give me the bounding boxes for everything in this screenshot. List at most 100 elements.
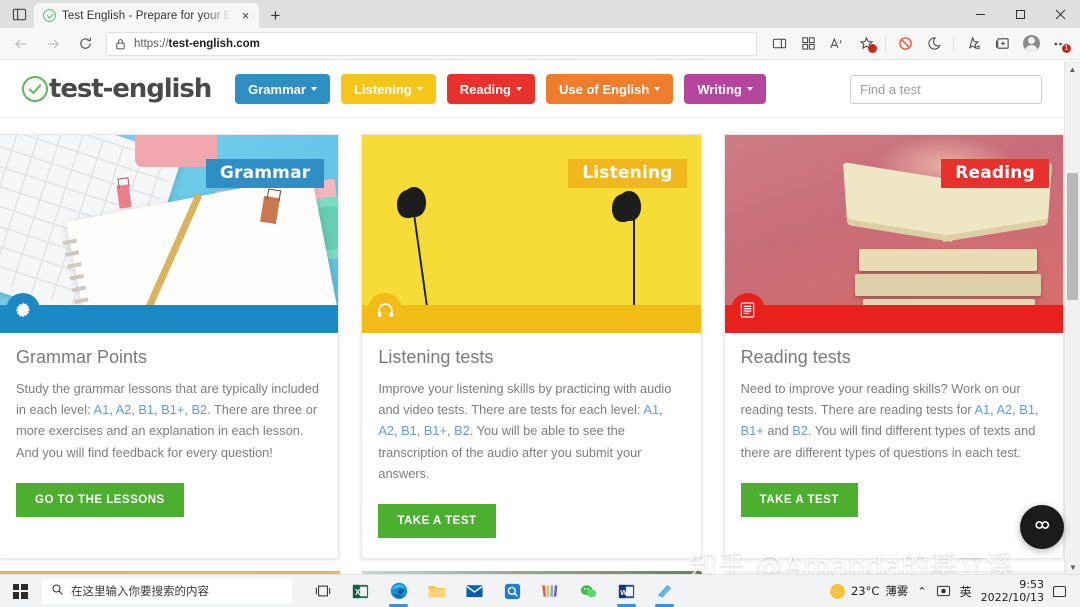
level-link-b2[interactable]: B2 xyxy=(191,402,207,417)
search-app-icon[interactable] xyxy=(494,575,531,607)
check-circle-icon xyxy=(22,76,48,102)
clock[interactable]: 9:53 2022/10/13 xyxy=(981,578,1044,605)
nav-item-grammar[interactable]: Grammar xyxy=(235,74,330,104)
nav-label-reading: Reading xyxy=(459,81,512,97)
browser-essentials-icon[interactable] xyxy=(920,31,948,57)
cta-take-a-test-listening[interactable]: TAKE A TEST xyxy=(378,504,496,539)
address-bar[interactable]: https://test-english.com xyxy=(106,31,757,56)
earbud-left-graphic xyxy=(402,187,470,333)
taskbar-search[interactable]: 在这里输入你要搜索的内容 xyxy=(42,578,292,604)
lock-icon xyxy=(115,38,126,50)
start-button[interactable] xyxy=(0,575,40,607)
page-viewport: test-english Grammar Listening Reading U… xyxy=(0,61,1080,575)
site-header: test-english Grammar Listening Reading U… xyxy=(0,61,1064,118)
file-explorer-icon[interactable] xyxy=(418,575,455,607)
chat-widget-button[interactable] xyxy=(1020,505,1064,549)
level-link-b2[interactable]: B2 xyxy=(454,423,470,438)
more-badge: 1 xyxy=(1062,43,1071,53)
word-icon[interactable]: W xyxy=(608,575,645,607)
level-link-a1[interactable]: A1 xyxy=(643,402,659,417)
cta-go-to-lessons[interactable]: GO TO THE LESSONS xyxy=(16,482,184,517)
pink-cup-graphic xyxy=(135,135,217,167)
collections-icon[interactable] xyxy=(988,31,1016,57)
page-scrollbar[interactable]: ▲ ▼ xyxy=(1064,61,1080,575)
new-tab-button[interactable]: + xyxy=(262,3,288,28)
nav-item-use-of-english[interactable]: Use of English xyxy=(546,74,674,104)
level-link-b1[interactable]: B1 xyxy=(1019,402,1035,417)
favorite-add-icon[interactable] xyxy=(852,31,880,57)
network-icon[interactable] xyxy=(936,584,951,598)
weather-widget[interactable]: 23°C 薄雾 xyxy=(829,583,908,599)
split-screen-icon[interactable] xyxy=(765,31,793,57)
card-reading[interactable]: Reading Reading tests Need to improve yo… xyxy=(723,134,1064,560)
wechat-icon[interactable] xyxy=(570,575,607,607)
card-listening[interactable]: Listening Listening tests Improve your l… xyxy=(361,134,702,560)
app-running-indicator xyxy=(617,604,636,607)
search-input[interactable] xyxy=(851,75,1041,103)
level-link-b1[interactable]: B1 xyxy=(138,402,154,417)
level-link-b1plus[interactable]: B1+ xyxy=(161,402,184,417)
site-logo[interactable]: test-english xyxy=(22,74,212,104)
toolbar-icons: 1 xyxy=(765,31,1074,57)
card-body-grammar: Grammar Points Study the grammar lessons… xyxy=(0,333,338,537)
card-title-listening: Listening tests xyxy=(378,347,494,367)
back-icon[interactable] xyxy=(6,30,36,58)
card-text-grammar: Study the grammar lessons that are typic… xyxy=(16,381,320,460)
maximize-button[interactable] xyxy=(1000,0,1040,28)
scroll-up-icon[interactable]: ▲ xyxy=(1065,61,1080,77)
level-link-a1[interactable]: A1 xyxy=(974,402,990,417)
notification-icon[interactable] xyxy=(1053,585,1066,597)
search-icon xyxy=(51,583,64,599)
minimize-button[interactable] xyxy=(960,0,1000,28)
level-link-b2[interactable]: B2 xyxy=(792,423,808,438)
edge-icon[interactable] xyxy=(380,575,417,607)
nav-item-reading[interactable]: Reading xyxy=(446,74,536,104)
collections-grid-icon[interactable] xyxy=(794,31,822,57)
mail-icon[interactable] xyxy=(456,575,493,607)
taskbar-search-placeholder: 在这里输入你要搜索的内容 xyxy=(71,584,209,598)
nav-item-writing[interactable]: Writing xyxy=(684,74,766,104)
shield-blocked-icon[interactable] xyxy=(891,31,919,57)
close-button[interactable] xyxy=(1040,0,1080,28)
chevron-down-icon xyxy=(746,87,753,91)
stripes-app-icon[interactable] xyxy=(532,575,569,607)
level-link-a2[interactable]: A2 xyxy=(997,402,1013,417)
card-grammar[interactable]: Grammar Grammar Points Study the grammar… xyxy=(0,134,340,560)
windows-taskbar: 在这里输入你要搜索的内容 X W 23°C 薄雾 ⌃ 英 9:53 2022/1… xyxy=(0,574,1080,607)
reload-icon[interactable] xyxy=(70,30,100,58)
tab-actions-icon[interactable] xyxy=(4,0,34,28)
settings-more-icon[interactable]: 1 xyxy=(1046,31,1074,57)
tray-expand-chevron-icon[interactable]: ⌃ xyxy=(917,585,926,598)
card-text-listening: Improve your listening skills by practic… xyxy=(378,381,672,481)
earbud-right-graphic xyxy=(617,191,642,332)
nav-item-listening[interactable]: Listening xyxy=(340,74,436,104)
chat-bubble-icon xyxy=(1031,514,1053,541)
cta-take-a-test-reading[interactable]: TAKE A TEST xyxy=(740,482,858,517)
scroll-down-icon[interactable]: ▼ xyxy=(1065,559,1080,575)
tab-strip: Test English - Prepare for your E × + xyxy=(0,0,1080,28)
app-running-indicator xyxy=(389,604,408,607)
system-tray: 23°C 薄雾 ⌃ 英 9:53 2022/10/13 xyxy=(829,578,1074,605)
forward-icon[interactable] xyxy=(38,30,68,58)
level-link-b1plus[interactable]: B1+ xyxy=(424,423,447,438)
card-bar-listening xyxy=(362,305,701,333)
close-icon[interactable]: × xyxy=(237,8,253,24)
level-link-a1[interactable]: A1 xyxy=(94,402,110,417)
level-link-b1[interactable]: B1 xyxy=(401,423,417,438)
screenshot-tool-icon[interactable] xyxy=(646,575,683,607)
scrollbar-thumb[interactable] xyxy=(1067,173,1078,300)
favorites-list-icon[interactable] xyxy=(959,31,987,57)
chevron-down-icon xyxy=(416,87,423,91)
level-link-a2[interactable]: A2 xyxy=(378,423,394,438)
browser-toolbar: https://test-english.com 1 xyxy=(0,28,1080,60)
profile-avatar-icon[interactable] xyxy=(1017,31,1045,57)
card-badge-grammar: Grammar xyxy=(205,159,325,188)
read-aloud-icon[interactable] xyxy=(823,31,851,57)
level-link-b1plus[interactable]: B1+ xyxy=(741,423,764,438)
window-controls xyxy=(960,0,1080,28)
excel-icon[interactable]: X xyxy=(342,575,379,607)
task-view-icon[interactable] xyxy=(304,575,341,607)
level-link-a2[interactable]: A2 xyxy=(116,402,132,417)
browser-tab[interactable]: Test English - Prepare for your E × xyxy=(34,3,260,28)
ime-indicator[interactable]: 英 xyxy=(960,583,972,600)
